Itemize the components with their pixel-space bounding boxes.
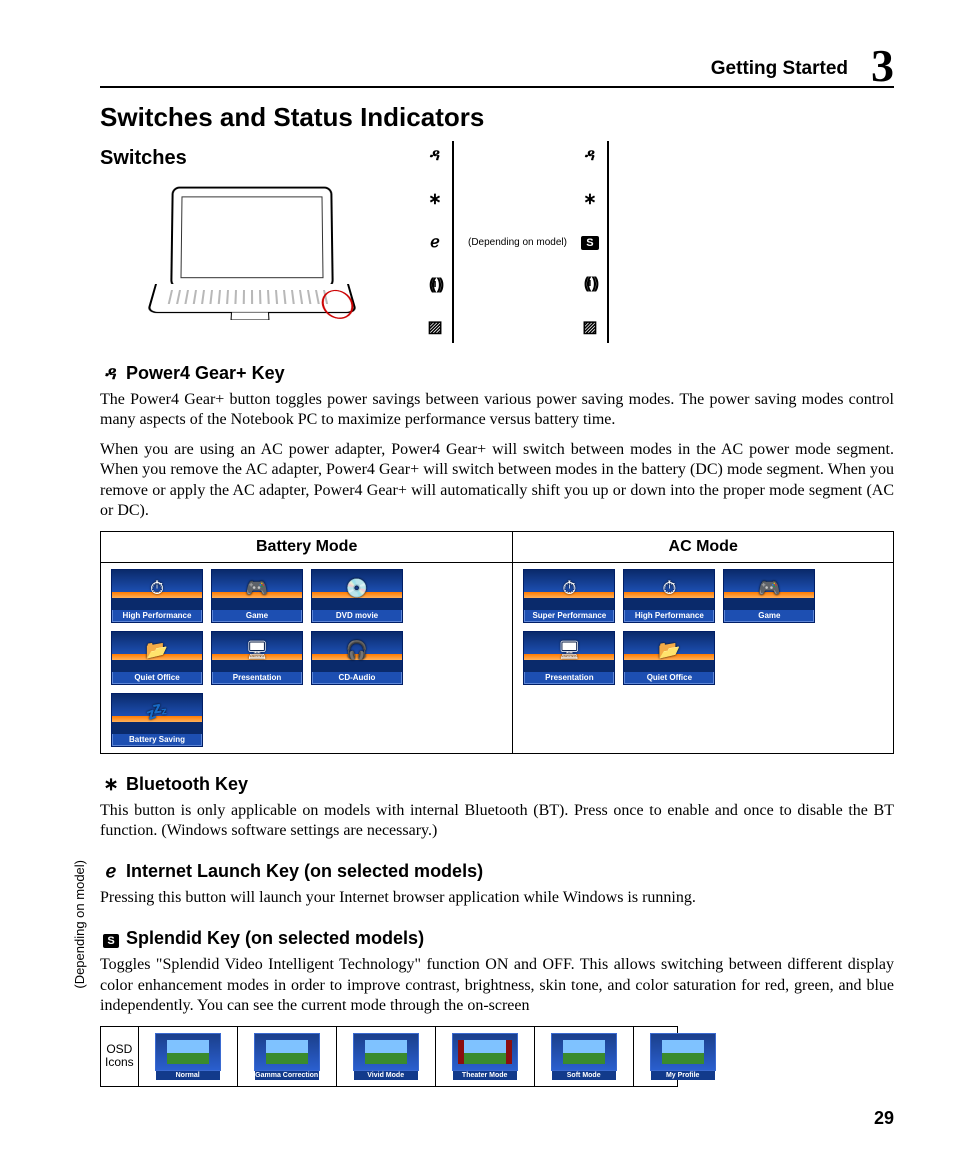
mode-glyph-icon: 📂 xyxy=(146,640,168,661)
osd-cell: My Profile xyxy=(634,1027,732,1086)
page-header: Getting Started 3 xyxy=(100,40,894,88)
mode-label: Super Performance xyxy=(524,610,614,622)
mode-tile: 🎮 Game xyxy=(211,569,303,623)
mode-glyph-icon: 🎧 xyxy=(346,640,368,661)
laptop-illustration xyxy=(100,176,400,336)
runner-icon: ዳ xyxy=(581,147,599,165)
osd-caption: OSD Icons xyxy=(101,1027,139,1086)
mode-glyph-icon: 🎮 xyxy=(246,578,268,599)
mode-glyph-icon: ⏱ xyxy=(662,578,676,599)
internet-heading: Internet Launch Key (on selected models) xyxy=(126,861,483,882)
osd-thumb-icon xyxy=(155,1033,221,1071)
mode-tile: 🎮 Game xyxy=(723,569,815,623)
splendid-badge-icon: S xyxy=(581,233,599,251)
mode-label: High Performance xyxy=(112,610,202,622)
internet-para: Pressing this button will launch your In… xyxy=(100,888,894,908)
battery-mode-header: Battery Mode xyxy=(101,531,513,562)
power4-para-2: When you are using an AC power adapter, … xyxy=(100,440,894,521)
mode-label: High Performance xyxy=(624,610,714,622)
globe-icon: ℯ xyxy=(100,861,122,882)
bluetooth-icon: ∗ xyxy=(100,774,122,795)
power4-heading: Power4 Gear+ Key xyxy=(126,363,285,384)
osd-label: Gamma Correction xyxy=(255,1071,319,1080)
osd-cell: Theater Mode xyxy=(436,1027,535,1086)
runner-icon: ዳ xyxy=(426,147,444,165)
splendid-badge-icon: S xyxy=(100,928,122,949)
mode-label: Presentation xyxy=(212,672,302,684)
bluetooth-para: This button is only applicable on models… xyxy=(100,801,894,841)
bluetooth-heading: Bluetooth Key xyxy=(126,774,248,795)
depending-vertical-note: (Depending on model) xyxy=(72,860,87,989)
splendid-para: Toggles "Splendid Video Intelligent Tech… xyxy=(100,955,894,1015)
bluetooth-icon: ∗ xyxy=(581,189,599,209)
mode-tile: 🎧 CD-Audio xyxy=(311,631,403,685)
page-title: Switches and Status Indicators xyxy=(100,102,894,133)
mode-label: Game xyxy=(724,610,814,622)
globe-icon: ℯ xyxy=(426,232,444,252)
power-mode-table: Battery Mode AC Mode ⏱ High Performance 🎮 G… xyxy=(100,531,894,754)
bluetooth-icon: ∗ xyxy=(426,189,444,209)
mode-tile: ⏱ High Performance xyxy=(623,569,715,623)
wifi-icon: ı xyxy=(426,276,444,294)
osd-cell: Normal xyxy=(139,1027,238,1086)
runner-icon: ዳ xyxy=(100,363,122,384)
page-number: 29 xyxy=(874,1108,894,1129)
mode-glyph-icon: ⏱ xyxy=(150,578,164,599)
mode-glyph-icon: 💿 xyxy=(346,578,368,599)
touchpad-icon: ▨ xyxy=(426,317,444,337)
mode-tile: 💤 Battery Saving xyxy=(111,693,203,747)
mode-glyph-icon: 📂 xyxy=(658,640,680,661)
osd-thumb-icon xyxy=(353,1033,419,1071)
switches-heading: Switches xyxy=(100,147,400,170)
mode-glyph-icon: 🖥 xyxy=(558,640,581,661)
osd-thumb-icon xyxy=(551,1033,617,1071)
wifi-icon: ı xyxy=(581,275,599,293)
mode-glyph-icon: 🎮 xyxy=(758,578,780,599)
osd-icon-row: OSD Icons Normal Gamma Correction Vivid Mo… xyxy=(100,1026,678,1087)
mode-label: Quiet Office xyxy=(112,672,202,684)
osd-label: Normal xyxy=(156,1071,220,1080)
mode-glyph-icon: 💤 xyxy=(146,702,168,723)
ac-mode-header: AC Mode xyxy=(513,531,894,562)
section-name: Getting Started xyxy=(711,58,848,80)
mode-glyph-icon: 🖥 xyxy=(246,640,269,661)
mode-tile: ⏱ Super Performance xyxy=(523,569,615,623)
osd-cell: Soft Mode xyxy=(535,1027,634,1086)
touchpad-icon: ▨ xyxy=(581,317,599,337)
mode-tile: 📂 Quiet Office xyxy=(111,631,203,685)
mode-label: Quiet Office xyxy=(624,672,714,684)
chapter-number: 3 xyxy=(871,39,894,92)
splendid-heading: Splendid Key (on selected models) xyxy=(126,928,424,949)
osd-label: Theater Mode xyxy=(453,1071,517,1080)
osd-label: Soft Mode xyxy=(552,1071,616,1080)
mode-tile: 🖥 Presentation xyxy=(211,631,303,685)
mode-label: Game xyxy=(212,610,302,622)
mode-label: Presentation xyxy=(524,672,614,684)
osd-cell: Vivid Mode xyxy=(337,1027,436,1086)
mode-tile: 📂 Quiet Office xyxy=(623,631,715,685)
mode-label: DVD movie xyxy=(312,610,402,622)
osd-thumb-icon xyxy=(650,1033,716,1071)
mode-label: Battery Saving xyxy=(112,734,202,746)
mode-tile: ⏱ High Performance xyxy=(111,569,203,623)
osd-thumb-icon xyxy=(254,1033,320,1071)
osd-label: Vivid Mode xyxy=(354,1071,418,1080)
osd-cell: Gamma Correction xyxy=(238,1027,337,1086)
mode-tile: 🖥 Presentation xyxy=(523,631,615,685)
depending-note: (Depending on model) xyxy=(468,237,567,248)
osd-thumb-icon xyxy=(452,1033,518,1071)
mode-tile: 💿 DVD movie xyxy=(311,569,403,623)
power4-para-1: The Power4 Gear+ button toggles power sa… xyxy=(100,390,894,430)
switch-panels: ዳ ∗ ℯ ı ▨ (Depending on model) ዳ ∗ S ı ▨ xyxy=(422,141,613,343)
mode-label: CD-Audio xyxy=(312,672,402,684)
mode-glyph-icon: ⏱ xyxy=(562,578,576,599)
osd-label: My Profile xyxy=(651,1071,715,1080)
